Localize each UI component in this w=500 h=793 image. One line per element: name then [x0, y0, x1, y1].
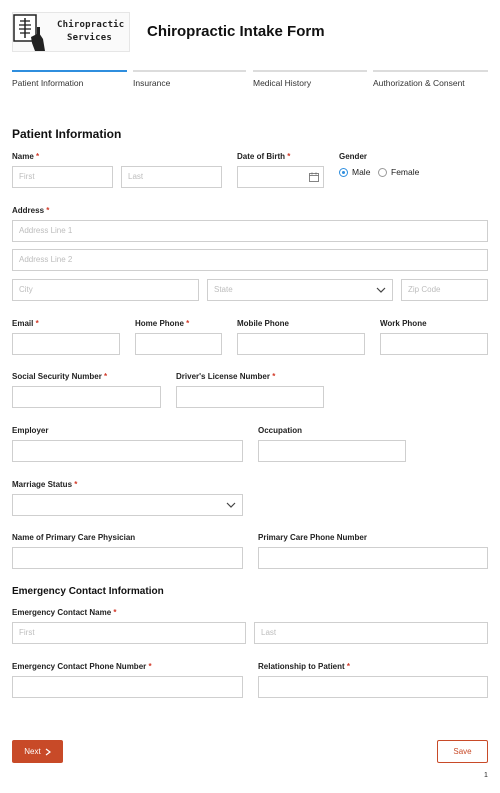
tab-medical-history[interactable]: Medical History	[253, 70, 367, 90]
save-button[interactable]: Save	[437, 740, 488, 763]
radio-empty-icon	[378, 167, 387, 177]
next-button-label: Next	[24, 747, 41, 756]
state-select[interactable]: State	[207, 279, 393, 301]
pcp-phone-input[interactable]	[258, 547, 488, 569]
first-name-input[interactable]: First	[12, 166, 113, 188]
chevron-right-icon	[45, 748, 51, 755]
email-input[interactable]	[12, 333, 120, 355]
dob-input[interactable]	[237, 166, 324, 188]
emergency-first-name-input[interactable]: First	[12, 622, 246, 644]
form-title: Chiropractic Intake Form	[147, 23, 325, 40]
last-name-input[interactable]: Last	[121, 166, 222, 188]
marriage-status-label: Marriage Status *	[12, 480, 78, 489]
mobile-phone-input[interactable]	[237, 333, 365, 355]
relationship-input[interactable]	[258, 676, 488, 698]
section-title: Patient Information	[12, 127, 122, 141]
occupation-label: Occupation	[258, 426, 303, 435]
email-label: Email *	[12, 319, 39, 328]
next-button[interactable]: Next	[12, 740, 63, 763]
chevron-down-icon	[376, 287, 386, 293]
tab-insurance[interactable]: Insurance	[133, 70, 246, 90]
logo-line-1: Chiropractic	[57, 20, 125, 30]
tab-label: Authorization & Consent	[373, 78, 465, 88]
gender-male-radio[interactable]: Male	[339, 167, 370, 177]
ssn-label: Social Security Number *	[12, 372, 108, 381]
home-phone-label: Home Phone *	[135, 319, 190, 328]
ssn-input[interactable]	[12, 386, 161, 408]
pcp-name-input[interactable]	[12, 547, 243, 569]
drivers-license-input[interactable]	[176, 386, 324, 408]
emergency-contact-title: Emergency Contact Information	[12, 586, 164, 597]
page-number: 1	[484, 772, 488, 779]
home-phone-input[interactable]	[135, 333, 222, 355]
work-phone-label: Work Phone	[380, 319, 427, 328]
emergency-phone-input[interactable]	[12, 676, 243, 698]
city-input[interactable]: City	[12, 279, 199, 301]
logo: Chiropractic Services	[12, 12, 130, 52]
occupation-input[interactable]	[258, 440, 406, 462]
employer-input[interactable]	[12, 440, 243, 462]
tab-label: Medical History	[253, 78, 312, 88]
tab-label: Insurance	[133, 78, 171, 88]
mobile-phone-label: Mobile Phone	[237, 319, 289, 328]
name-label: Name *	[12, 152, 40, 161]
emergency-phone-label: Emergency Contact Phone Number *	[12, 662, 152, 671]
pcp-name-label: Name of Primary Care Physician	[12, 533, 136, 542]
dob-label: Date of Birth *	[237, 152, 291, 161]
address-line-2-input[interactable]: Address Line 2	[12, 249, 488, 271]
pcp-phone-label: Primary Care Phone Number	[258, 533, 367, 542]
address-line-1-input[interactable]: Address Line 1	[12, 220, 488, 242]
emergency-last-name-input[interactable]: Last	[254, 622, 488, 644]
radio-selected-icon	[339, 167, 348, 177]
relationship-label: Relationship to Patient *	[258, 662, 351, 671]
step-tabs: Patient Information Insurance Medical Hi…	[12, 70, 488, 90]
tab-authorization-consent[interactable]: Authorization & Consent	[373, 70, 488, 90]
employer-label: Employer	[12, 426, 49, 435]
drivers-license-label: Driver's License Number *	[176, 372, 276, 381]
emergency-name-label: Emergency Contact Name *	[12, 608, 117, 617]
marriage-status-select[interactable]	[12, 494, 243, 516]
calendar-icon[interactable]	[309, 172, 319, 182]
zip-code-input[interactable]: Zip Code	[401, 279, 488, 301]
spine-xray-icon	[13, 14, 45, 51]
save-button-label: Save	[453, 747, 472, 756]
gender-label: Gender	[339, 152, 368, 161]
gender-female-radio[interactable]: Female	[378, 167, 419, 177]
tab-label: Patient Information	[12, 78, 84, 88]
logo-line-2: Services	[67, 33, 112, 43]
tab-patient-information[interactable]: Patient Information	[12, 70, 127, 90]
work-phone-input[interactable]	[380, 333, 488, 355]
address-label: Address *	[12, 206, 50, 215]
chevron-down-icon	[226, 502, 236, 508]
